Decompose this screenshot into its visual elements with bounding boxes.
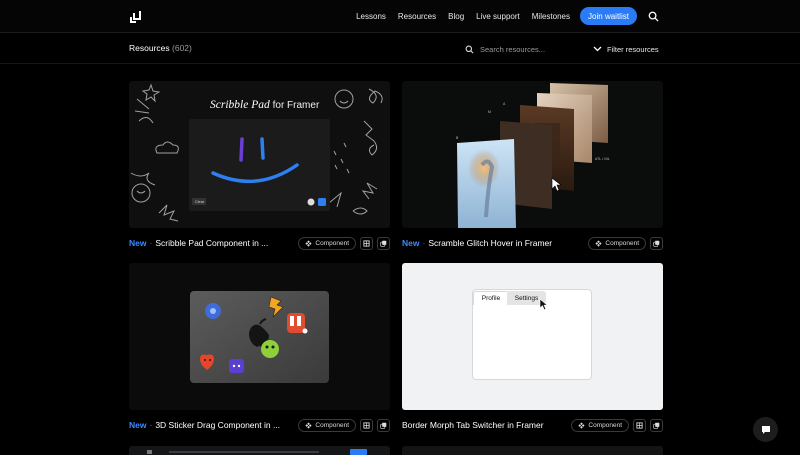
partial-thumb-detail (169, 451, 319, 453)
nav-link-resources[interactable]: Resources (398, 12, 436, 21)
resource-card-partial[interactable] (129, 446, 390, 455)
component-icon (305, 239, 312, 247)
nav-link-blog[interactable]: Blog (448, 12, 464, 21)
tab-profile: Profile (473, 291, 509, 305)
dot-separator: · (422, 238, 426, 248)
card-title[interactable]: New · Scramble Glitch Hover in Framer (402, 238, 584, 248)
stacked-photos-image: B M A ATL • NIL (456, 83, 610, 228)
card-title[interactable]: Border Morph Tab Switcher in Framer (402, 420, 567, 430)
card-title-text: 3D Sticker Drag Component in ... (155, 420, 281, 430)
component-icon (595, 239, 602, 247)
card-title-text: Scribble Pad Component in ... (155, 238, 269, 248)
copy-icon[interactable] (377, 236, 390, 250)
card-meta: New · 3D Sticker Drag Component in ... Com… (129, 418, 390, 432)
search-icon[interactable] (648, 11, 659, 22)
component-tag[interactable]: Component (298, 418, 356, 432)
card-thumbnail-scribble[interactable]: Scribble Pad for Framer Clear (129, 81, 390, 228)
thumb-title: Scribble Pad for Framer (210, 99, 319, 111)
copy-icon[interactable] (650, 236, 663, 250)
dot-separator: · (149, 420, 153, 430)
logo-icon[interactable] (129, 10, 142, 23)
clear-button: Clear (194, 199, 205, 204)
filter-resources-button[interactable]: Filter resources (593, 42, 659, 56)
svg-text:A: A (503, 102, 506, 106)
card-thumbnail-tabs[interactable]: Profile Settings (402, 263, 663, 410)
nav-link-lessons[interactable]: Lessons (356, 12, 386, 21)
component-tag[interactable]: Component (571, 418, 629, 432)
component-tag-label: Component (605, 239, 639, 247)
dot-separator: · (149, 238, 153, 248)
card-thumbnail-sticker[interactable] (129, 263, 390, 410)
join-waitlist-button[interactable]: Join waitlist (580, 7, 637, 25)
svg-text:B: B (456, 136, 459, 140)
component-tag-label: Component (588, 421, 622, 429)
search-icon (465, 45, 474, 53)
framer-icon[interactable] (360, 236, 373, 250)
card-meta: New · Scramble Glitch Hover in Framer Comp… (402, 236, 663, 250)
cursor-icon (539, 298, 548, 311)
nav-link-live-support[interactable]: Live support (476, 12, 520, 21)
partial-thumb-detail (350, 449, 367, 455)
component-icon (578, 421, 585, 429)
page-title-text: Resources (129, 43, 170, 53)
search-input[interactable] (480, 44, 575, 54)
framer-icon[interactable] (633, 418, 646, 432)
card-meta: Border Morph Tab Switcher in Framer Comp… (402, 418, 663, 432)
thumb-title-suffix: for Framer (272, 100, 320, 111)
svg-text:ATL • NIL: ATL • NIL (595, 157, 610, 161)
filter-label: Filter resources (607, 44, 659, 54)
component-icon (305, 421, 312, 429)
component-tag[interactable]: Component (588, 236, 646, 250)
copy-icon[interactable] (650, 418, 663, 432)
top-nav: Lessons Resources Blog Live support Mile… (0, 0, 800, 33)
card-meta: New · Scribble Pad Component in ... Compon… (129, 236, 390, 250)
chat-icon (761, 425, 770, 434)
card-title[interactable]: New · Scribble Pad Component in ... (129, 238, 294, 248)
copy-icon[interactable] (377, 418, 390, 432)
resource-card-partial[interactable] (402, 446, 663, 455)
chat-button[interactable] (753, 417, 778, 442)
new-badge: New (402, 238, 420, 248)
component-tag[interactable]: Component (298, 236, 356, 250)
chevron-down-icon (593, 46, 602, 52)
nav-links: Lessons Resources Blog Live support Mile… (356, 0, 570, 33)
card-title-text: Border Morph Tab Switcher in Framer (402, 420, 544, 430)
card-thumbnail-scramble[interactable]: B M A ATL • NIL (402, 81, 663, 228)
thumb-title-main: Scribble Pad (210, 99, 270, 111)
framer-icon[interactable] (360, 418, 373, 432)
laptop-stickers-image (190, 291, 329, 383)
resource-search (465, 42, 575, 56)
resources-header: Resources (602) Filter resources (0, 34, 800, 64)
partial-thumb-detail (147, 450, 152, 454)
nav-link-milestones[interactable]: Milestones (532, 12, 570, 21)
page-title: Resources (602) (129, 43, 192, 53)
card-title-text: Scramble Glitch Hover in Framer (428, 238, 553, 248)
component-tag-label: Component (315, 421, 349, 429)
component-tag-label: Component (315, 239, 349, 247)
new-badge: New (129, 420, 147, 430)
svg-text:M: M (488, 110, 491, 114)
new-badge: New (129, 238, 147, 248)
card-title[interactable]: New · 3D Sticker Drag Component in ... (129, 420, 294, 430)
resource-count: (602) (172, 43, 192, 53)
